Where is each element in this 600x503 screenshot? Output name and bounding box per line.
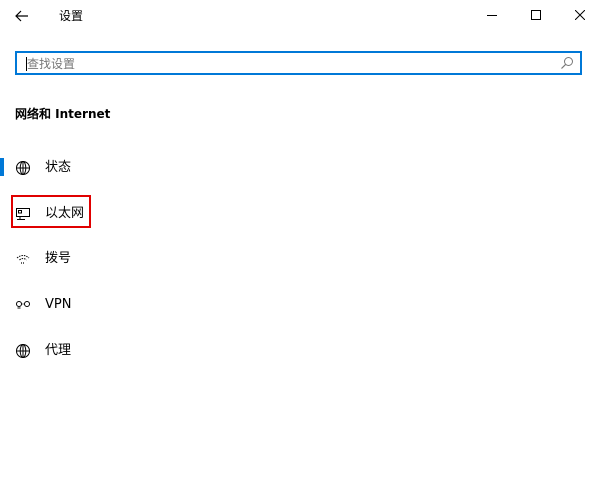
section-title: 网络和 Internet xyxy=(15,107,111,121)
search-icon[interactable] xyxy=(560,56,574,70)
title-bar: 设置 xyxy=(0,0,600,32)
vpn-icon xyxy=(14,296,32,314)
maximize-button[interactable] xyxy=(514,0,558,30)
back-button[interactable] xyxy=(8,3,36,29)
minimize-button[interactable] xyxy=(470,0,514,30)
window-title: 设置 xyxy=(59,9,84,23)
nav-item-dialup[interactable]: 拨号 xyxy=(0,241,260,277)
nav-label-vpn: VPN xyxy=(45,297,72,312)
close-icon xyxy=(575,10,585,20)
minimize-icon xyxy=(487,15,497,16)
globe-proxy-icon xyxy=(14,342,32,360)
globe-status-icon xyxy=(14,159,32,177)
close-button[interactable] xyxy=(558,0,600,30)
dialup-icon xyxy=(14,250,32,268)
search-box[interactable] xyxy=(15,51,582,75)
settings-window: 设置 网络和 Internet xyxy=(0,0,600,503)
nav-label-status: 状态 xyxy=(45,160,72,175)
maximize-icon xyxy=(531,10,541,20)
search-input[interactable] xyxy=(27,54,547,74)
nav-item-vpn[interactable]: VPN xyxy=(0,287,260,323)
selected-indicator xyxy=(0,158,4,176)
nav-label-proxy: 代理 xyxy=(45,343,72,358)
nav-item-proxy[interactable]: 代理 xyxy=(0,333,260,369)
back-arrow-icon xyxy=(15,10,28,22)
nav-item-status[interactable]: 状态 xyxy=(0,150,260,186)
nav-label-dialup: 拨号 xyxy=(45,251,72,266)
highlight-annotation xyxy=(11,195,91,228)
